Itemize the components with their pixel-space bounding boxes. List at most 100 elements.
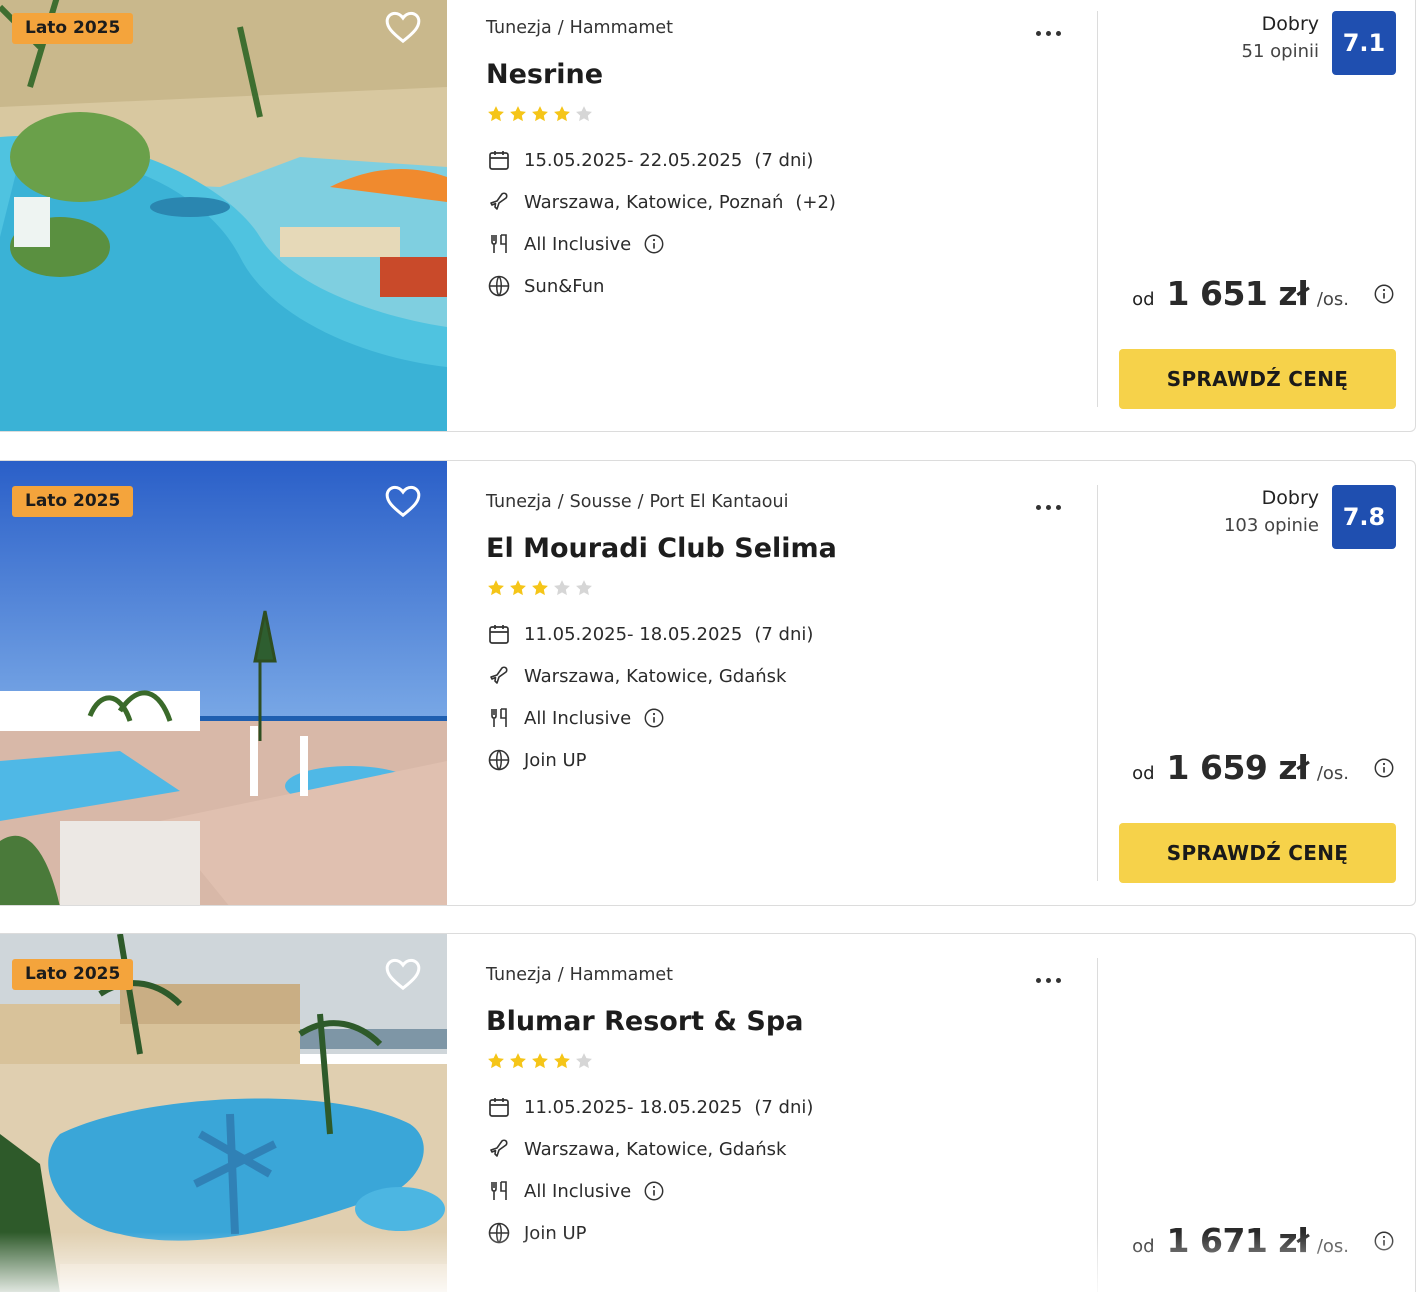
hotel-name[interactable]: El Mouradi Club Selima: [486, 533, 837, 564]
breadcrumb-item[interactable]: Hammamet: [570, 965, 673, 985]
departures-text: Warszawa, Katowice, Gdańsk: [524, 1138, 787, 1160]
breadcrumb-item[interactable]: Port El Kantaoui: [650, 492, 789, 512]
breadcrumb-separator: /: [557, 965, 564, 985]
star-rating: [486, 104, 596, 124]
rating-label: Dobry: [1261, 13, 1319, 35]
price-value: 1 651 zł: [1166, 274, 1310, 313]
departures-row: Warszawa, Katowice, Gdańsk: [486, 663, 786, 689]
price-row: od 1 651 zł /os.: [1132, 274, 1395, 313]
offer-info: Tunezja / Hammamet Blumar Resort & Spa 11.…: [486, 934, 1081, 1292]
divider: [1097, 958, 1098, 1292]
price-prefix: od: [1132, 1236, 1155, 1257]
duration-text: (7 dni): [754, 149, 814, 171]
offer-card[interactable]: Lato 2025 Tunezja / Hammamet Blumar Resort…: [0, 933, 1416, 1292]
departures-row: Warszawa, Katowice, Gdańsk: [486, 1136, 786, 1162]
offer-card[interactable]: Lato 2025 Tunezja / Hammamet Nesrine 15.05…: [0, 0, 1416, 432]
season-badge: Lato 2025: [12, 13, 134, 44]
calendar-icon: [486, 1094, 512, 1120]
star-icon: [576, 1053, 592, 1069]
star-icon: [510, 106, 526, 122]
info-icon[interactable]: [643, 233, 665, 255]
board-row: All Inclusive: [486, 705, 665, 731]
check-price-button[interactable]: SPRAWDŹ CENĘ: [1119, 349, 1396, 409]
price-row: od 1 659 zł /os.: [1132, 748, 1395, 787]
season-badge: Lato 2025: [12, 486, 134, 517]
more-dots-icon[interactable]: [1036, 968, 1070, 988]
price-value: 1 659 zł: [1166, 748, 1310, 787]
plane-icon: [486, 189, 512, 215]
calendar-icon: [486, 147, 512, 173]
star-icon: [488, 106, 504, 122]
rating-label: Dobry: [1261, 487, 1319, 509]
breadcrumb-item[interactable]: Tunezja: [486, 18, 552, 38]
heart-outline-icon[interactable]: [383, 481, 423, 521]
rating-score[interactable]: 7.8: [1332, 485, 1396, 549]
board-text: All Inclusive: [524, 233, 632, 255]
rating-count[interactable]: 103 opinie: [1224, 515, 1319, 536]
check-price-button[interactable]: SPRAWDŹ CENĘ: [1119, 823, 1396, 883]
price-unit: /os.: [1316, 1236, 1349, 1257]
breadcrumb-separator: /: [557, 492, 564, 512]
hotel-photo[interactable]: Lato 2025: [0, 0, 447, 431]
dates-text: 11.05.2025- 18.05.2025: [524, 623, 743, 645]
dates-row: 11.05.2025- 18.05.2025 (7 dni): [486, 621, 813, 647]
program-row: Join UP: [486, 747, 586, 773]
duration-text: (7 dni): [754, 623, 814, 645]
plane-icon: [486, 663, 512, 689]
breadcrumb-item[interactable]: Tunezja: [486, 492, 552, 512]
program-row: Join UP: [486, 1220, 586, 1246]
hotel-photo[interactable]: Lato 2025: [0, 934, 447, 1292]
rating-count[interactable]: 51 opinii: [1242, 41, 1319, 62]
hotel-name[interactable]: Blumar Resort & Spa: [486, 1006, 803, 1037]
departures-extra[interactable]: (+2): [795, 192, 836, 213]
plane-icon: [486, 1136, 512, 1162]
star-icon: [532, 580, 548, 596]
price-prefix: od: [1132, 763, 1155, 784]
rating-summary[interactable]: Dobry 51 opinii: [1242, 13, 1319, 62]
departures-row: Warszawa, Katowice, Poznań (+2): [486, 189, 836, 215]
price-row: od 1 671 zł /os.: [1132, 1221, 1395, 1260]
dates-text: 15.05.2025- 22.05.2025: [524, 149, 743, 171]
globe-icon: [486, 1220, 512, 1246]
hotel-name[interactable]: Nesrine: [486, 59, 603, 90]
price-prefix: od: [1132, 289, 1155, 310]
cutlery-icon: [486, 1178, 512, 1204]
star-icon: [488, 1053, 504, 1069]
info-icon[interactable]: [1373, 757, 1395, 779]
breadcrumb-item[interactable]: Hammamet: [570, 18, 673, 38]
star-icon: [532, 1053, 548, 1069]
divider: [1097, 485, 1098, 881]
breadcrumb-item[interactable]: Tunezja: [486, 965, 552, 985]
heart-outline-icon[interactable]: [383, 7, 423, 47]
cutlery-icon: [486, 705, 512, 731]
breadcrumb: Tunezja / Hammamet: [486, 18, 673, 38]
program-text: Sun&Fun: [524, 275, 605, 297]
more-dots-icon[interactable]: [1036, 495, 1070, 515]
star-icon: [554, 580, 570, 596]
breadcrumb-separator: /: [557, 18, 564, 38]
info-icon[interactable]: [1373, 283, 1395, 305]
board-text: All Inclusive: [524, 1180, 632, 1202]
star-icon: [554, 106, 570, 122]
cutlery-icon: [486, 231, 512, 257]
rating-score[interactable]: 7.1: [1332, 11, 1396, 75]
info-icon[interactable]: [643, 1180, 665, 1202]
breadcrumb-item[interactable]: Sousse: [570, 492, 632, 512]
info-icon[interactable]: [643, 707, 665, 729]
offer-info: Tunezja / Hammamet Nesrine 15.05.2025- 22.…: [486, 0, 1081, 431]
program-text: Join UP: [524, 1222, 587, 1244]
departures-text: Warszawa, Katowice, Poznań: [524, 191, 784, 213]
more-dots-icon[interactable]: [1036, 21, 1070, 41]
star-icon: [510, 1053, 526, 1069]
heart-outline-icon[interactable]: [383, 954, 423, 994]
dates-row: 11.05.2025- 18.05.2025 (7 dni): [486, 1094, 813, 1120]
breadcrumb-separator: /: [637, 492, 644, 512]
pool-photo-image: [0, 0, 447, 431]
hotel-photo[interactable]: Lato 2025: [0, 461, 447, 905]
season-badge: Lato 2025: [12, 959, 134, 990]
info-icon[interactable]: [1373, 1230, 1395, 1252]
rating-summary[interactable]: Dobry 103 opinie: [1224, 487, 1319, 536]
offer-card[interactable]: Lato 2025 Tunezja / Sousse / Port El Kantaou…: [0, 460, 1416, 906]
divider: [1097, 11, 1098, 407]
breadcrumb: Tunezja / Sousse / Port El Kantaoui: [486, 492, 788, 512]
